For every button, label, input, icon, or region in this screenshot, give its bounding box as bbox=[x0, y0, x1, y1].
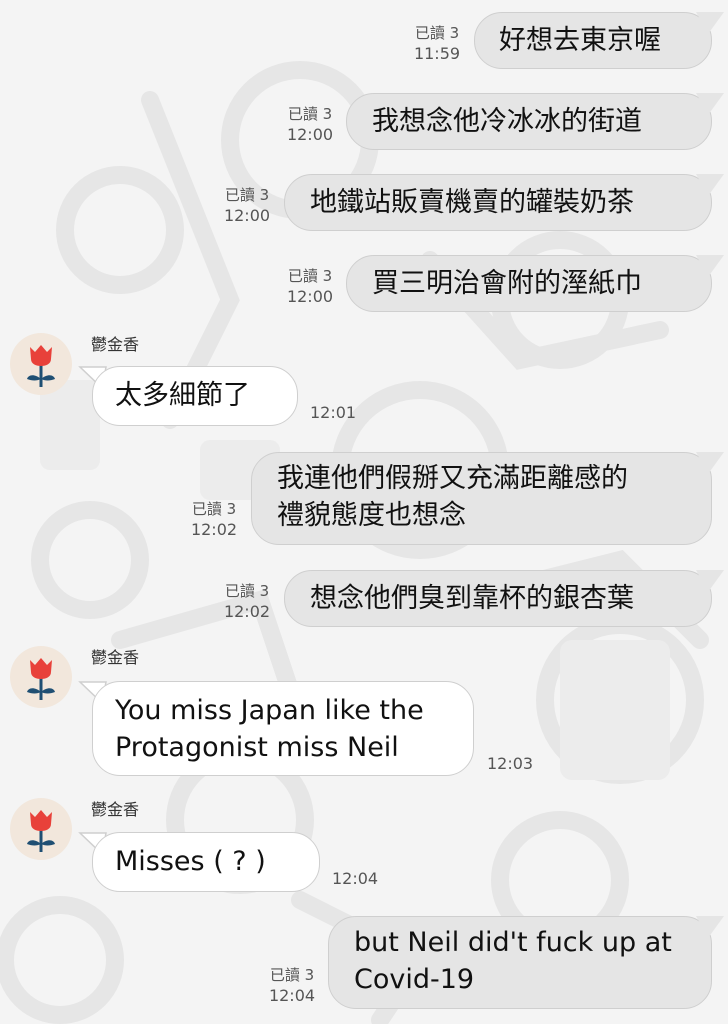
bubble-tail bbox=[696, 570, 724, 592]
message-text-line: 我連他們假掰又充滿距離感的 bbox=[277, 463, 628, 494]
bubble-tail bbox=[696, 452, 724, 474]
read-receipt: 已讀 3 bbox=[414, 24, 460, 42]
sender-name: 鬱金香 bbox=[91, 648, 140, 667]
tulip-icon bbox=[27, 658, 55, 700]
message-time: 11:59 bbox=[413, 44, 461, 63]
incoming-message-bubble[interactable]: 太多細節了 bbox=[92, 366, 298, 426]
message-text-line: You miss Japan like the bbox=[115, 695, 424, 726]
message-time: 12:00 bbox=[286, 287, 334, 306]
read-receipt: 已讀 3 bbox=[269, 966, 315, 984]
read-receipt: 已讀 3 bbox=[224, 582, 270, 600]
outgoing-message-bubble[interactable]: but Neil did't fuck up at Covid-19 bbox=[328, 916, 712, 1009]
outgoing-message-bubble[interactable]: 我想念他冷冰冰的街道 bbox=[346, 93, 712, 150]
sender-name: 鬱金香 bbox=[91, 800, 140, 819]
message-time: 12:02 bbox=[223, 602, 271, 621]
message-text-line: Protagonist miss Neil bbox=[115, 732, 399, 763]
message-meta: 已讀 3 11:59 bbox=[407, 24, 467, 64]
read-receipt: 已讀 3 bbox=[287, 105, 333, 123]
message-text: 我想念他冷冰冰的街道 bbox=[372, 106, 642, 137]
message-time: 12:04 bbox=[268, 986, 316, 1005]
message-meta: 已讀 3 12:00 bbox=[280, 105, 340, 145]
message-text: Misses ( ? ) bbox=[115, 846, 266, 877]
contact-avatar[interactable] bbox=[10, 333, 72, 395]
incoming-message-bubble[interactable]: You miss Japan like the Protagonist miss… bbox=[92, 681, 474, 776]
outgoing-message-bubble[interactable]: 好想去東京喔 bbox=[474, 12, 712, 69]
outgoing-message-bubble[interactable]: 地鐵站販賣機賣的罐裝奶茶 bbox=[284, 174, 712, 231]
bubble-tail bbox=[696, 916, 724, 938]
read-receipt: 已讀 3 bbox=[191, 500, 237, 518]
bubble-tail bbox=[696, 12, 724, 34]
message-meta: 已讀 3 12:00 bbox=[217, 186, 277, 226]
message-time: 12:01 bbox=[310, 403, 357, 422]
contact-avatar[interactable] bbox=[10, 646, 72, 708]
incoming-message-bubble[interactable]: Misses ( ? ) bbox=[92, 832, 320, 892]
message-text-line: 禮貌態度也想念 bbox=[277, 500, 466, 531]
message-text: 地鐵站販賣機賣的罐裝奶茶 bbox=[310, 187, 634, 218]
message-time: 12:00 bbox=[223, 206, 271, 225]
message-meta: 已讀 3 12:02 bbox=[217, 582, 277, 622]
read-receipt: 已讀 3 bbox=[287, 267, 333, 285]
message-text: 太多細節了 bbox=[115, 380, 250, 411]
bubble-tail bbox=[696, 93, 724, 115]
read-receipt: 已讀 3 bbox=[224, 186, 270, 204]
message-meta: 已讀 3 12:00 bbox=[280, 267, 340, 307]
message-text-line: but Neil did't fuck up at bbox=[354, 927, 672, 958]
outgoing-message-bubble[interactable]: 買三明治會附的溼紙巾 bbox=[346, 255, 712, 312]
message-meta: 已讀 3 12:02 bbox=[184, 500, 244, 540]
bubble-tail bbox=[696, 255, 724, 277]
outgoing-message-bubble[interactable]: 想念他們臭到靠杯的銀杏葉 bbox=[284, 570, 712, 627]
message-text: 買三明治會附的溼紙巾 bbox=[372, 268, 642, 299]
message-time: 12:03 bbox=[487, 754, 534, 773]
message-text: 好想去東京喔 bbox=[499, 25, 661, 56]
message-meta: 已讀 3 12:04 bbox=[262, 966, 322, 1006]
message-time: 12:04 bbox=[332, 869, 379, 888]
contact-avatar[interactable] bbox=[10, 798, 72, 860]
sender-name: 鬱金香 bbox=[91, 335, 140, 354]
message-text: 想念他們臭到靠杯的銀杏葉 bbox=[310, 583, 634, 614]
outgoing-message-bubble[interactable]: 我連他們假掰又充滿距離感的 禮貌態度也想念 bbox=[251, 452, 712, 545]
message-time: 12:02 bbox=[190, 520, 238, 539]
bubble-tail bbox=[696, 174, 724, 196]
message-time: 12:00 bbox=[286, 125, 334, 144]
tulip-icon bbox=[27, 345, 55, 387]
message-text-line: Covid-19 bbox=[354, 964, 475, 995]
tulip-icon bbox=[27, 810, 55, 852]
